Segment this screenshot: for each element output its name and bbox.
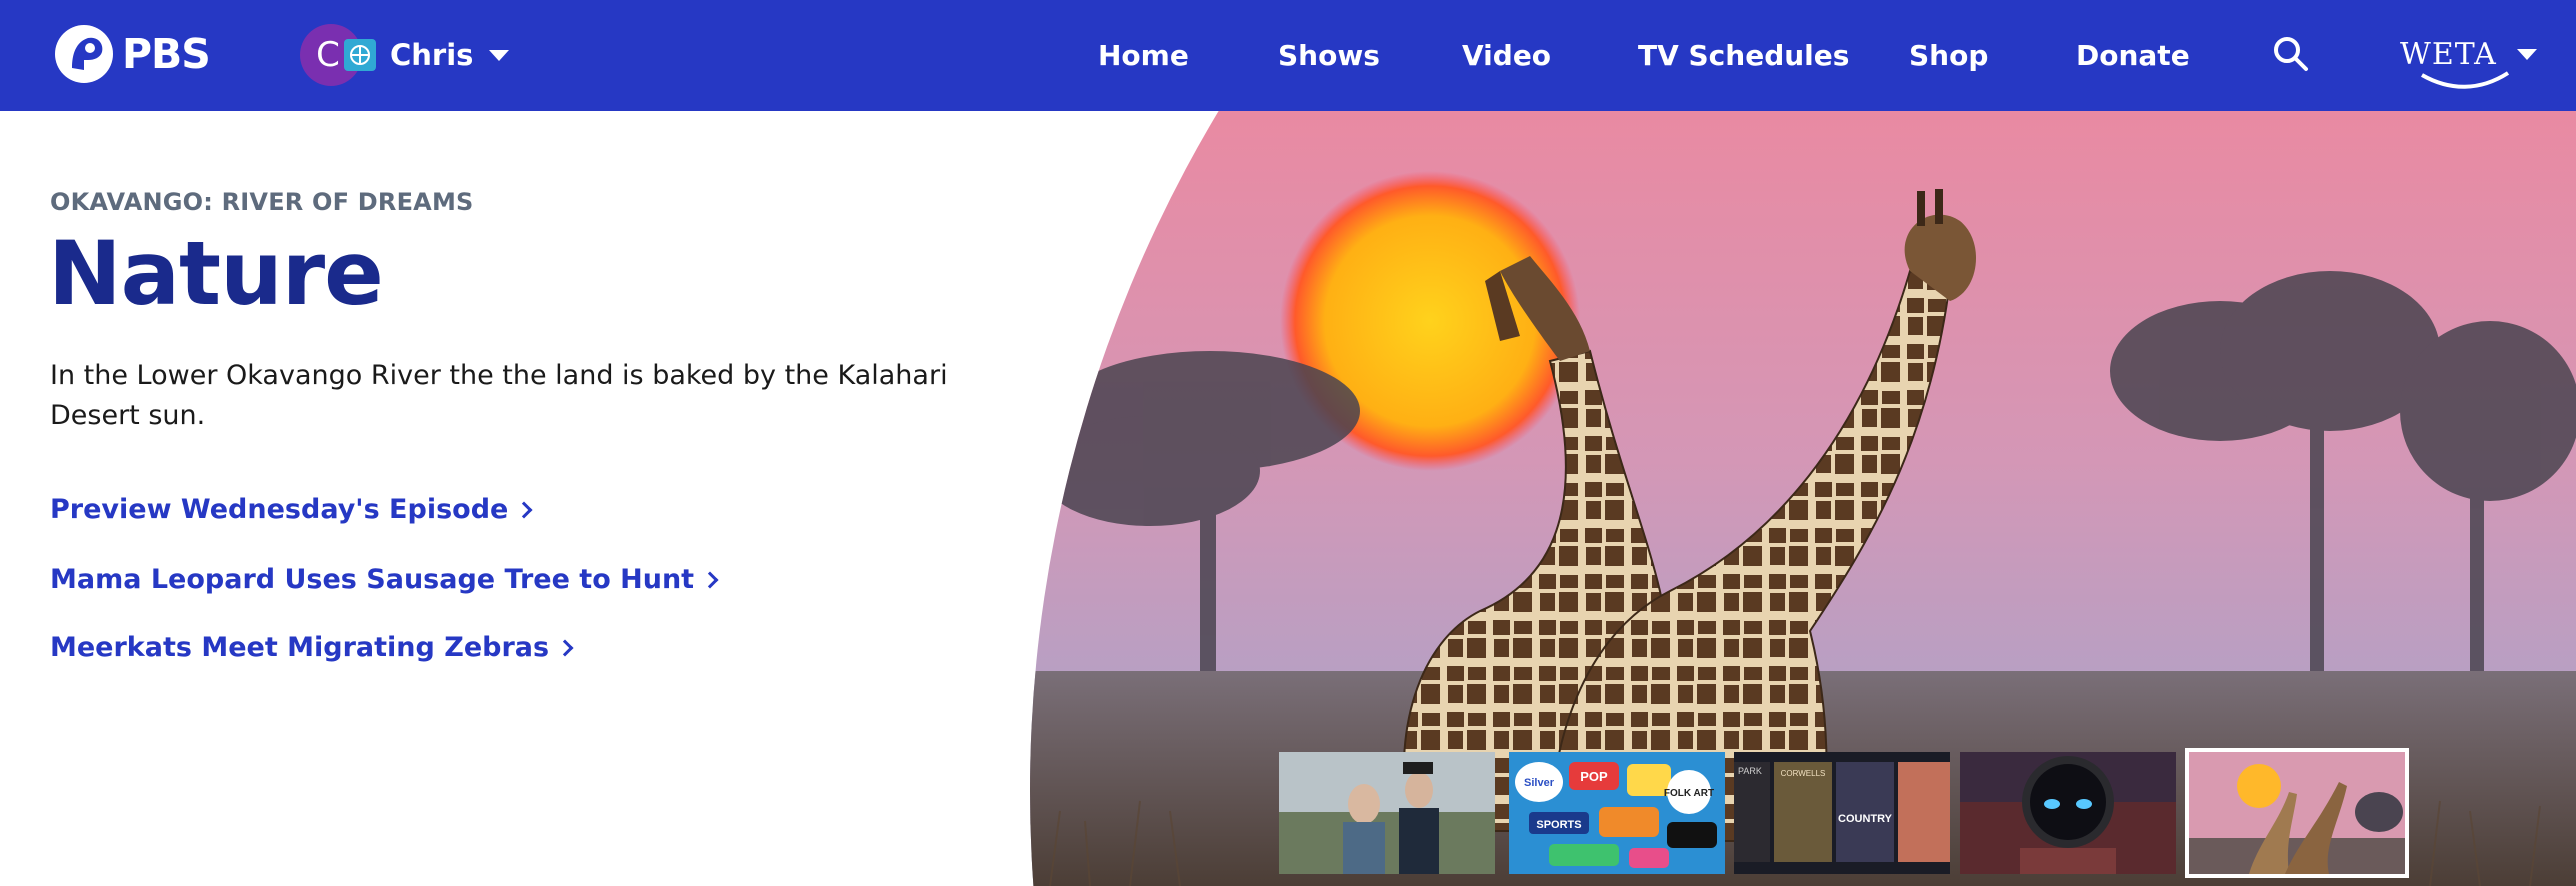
thumb-word: COUNTRY bbox=[1838, 813, 1893, 825]
chevron-right-icon bbox=[556, 639, 574, 656]
hero-link-leopard[interactable]: Mama Leopard Uses Sausage Tree to Hunt bbox=[50, 564, 719, 595]
hero-link-meerkats[interactable]: Meerkats Meet Migrating Zebras bbox=[50, 632, 574, 663]
avatar: C bbox=[300, 24, 376, 86]
station-name: WETA bbox=[2400, 36, 2497, 72]
chevron-down-icon bbox=[2516, 48, 2537, 60]
hero-link-label: Meerkats Meet Migrating Zebras bbox=[50, 632, 550, 663]
station-menu[interactable]: WETA bbox=[2400, 28, 2537, 89]
period-drama-thumbnail bbox=[1279, 752, 1495, 874]
giraffes-thumbnail bbox=[2189, 752, 2405, 874]
search-icon[interactable] bbox=[2270, 33, 2312, 75]
nav-video[interactable]: Video bbox=[1462, 39, 1551, 72]
thumb-word: Silver bbox=[1524, 777, 1555, 789]
carousel-thumbnail[interactable] bbox=[1279, 752, 1495, 874]
weta-logo: WETA bbox=[2400, 36, 2510, 89]
carousel-thumbnail[interactable]: PARK CORWELLS COUNTRY bbox=[1734, 752, 1950, 874]
pbs-head-icon bbox=[55, 25, 113, 83]
show-description: In the Lower Okavango River the the land… bbox=[50, 360, 948, 431]
carousel-thumbnail[interactable]: Silver POP FOLK ART SPORTS bbox=[1509, 752, 1725, 874]
show-title[interactable]: Nature bbox=[48, 222, 384, 325]
hero-link-label: Preview Wednesday's Episode bbox=[50, 494, 509, 525]
avatar-initial: C bbox=[316, 35, 340, 75]
station-badge-icon bbox=[344, 39, 376, 71]
robot-thumbnail bbox=[1960, 752, 2176, 874]
episode-series-label[interactable]: OKAVANGO: RIVER OF DREAMS bbox=[50, 188, 474, 216]
hero-link-label: Mama Leopard Uses Sausage Tree to Hunt bbox=[50, 564, 695, 595]
show-posters-thumbnail: PARK CORWELLS COUNTRY bbox=[1734, 752, 1950, 874]
nav-shows[interactable]: Shows bbox=[1278, 39, 1380, 72]
top-navigation: PBS C Chris Home Shows Video TV Schedule… bbox=[0, 0, 2576, 111]
stickers-thumbnail: Silver POP FOLK ART SPORTS bbox=[1509, 752, 1725, 874]
thumb-word: FOLK ART bbox=[1664, 788, 1714, 799]
profile-name: Chris bbox=[390, 38, 474, 72]
chevron-down-icon bbox=[489, 49, 510, 61]
nav-donate[interactable]: Donate bbox=[2076, 39, 2190, 72]
thumb-word: POP bbox=[1580, 769, 1608, 784]
pbs-logo[interactable]: PBS bbox=[54, 22, 211, 86]
chevron-right-icon bbox=[515, 501, 533, 518]
pbs-logo-text: PBS bbox=[122, 30, 211, 78]
thumb-word: CORWELLS bbox=[1781, 769, 1826, 778]
swoosh-icon bbox=[2421, 70, 2510, 89]
nav-home[interactable]: Home bbox=[1098, 39, 1189, 72]
carousel-thumbnail[interactable] bbox=[1960, 752, 2176, 874]
chevron-right-icon bbox=[701, 571, 719, 588]
nav-shop[interactable]: Shop bbox=[1909, 39, 1988, 72]
thumb-word: SPORTS bbox=[1536, 819, 1581, 831]
hero-link-preview[interactable]: Preview Wednesday's Episode bbox=[50, 494, 533, 525]
nav-tv-schedules[interactable]: TV Schedules bbox=[1638, 39, 1849, 72]
profile-menu[interactable]: C Chris bbox=[300, 24, 510, 86]
carousel-thumbnail-active[interactable] bbox=[2185, 748, 2409, 878]
thumb-word: PARK bbox=[1738, 766, 1762, 776]
